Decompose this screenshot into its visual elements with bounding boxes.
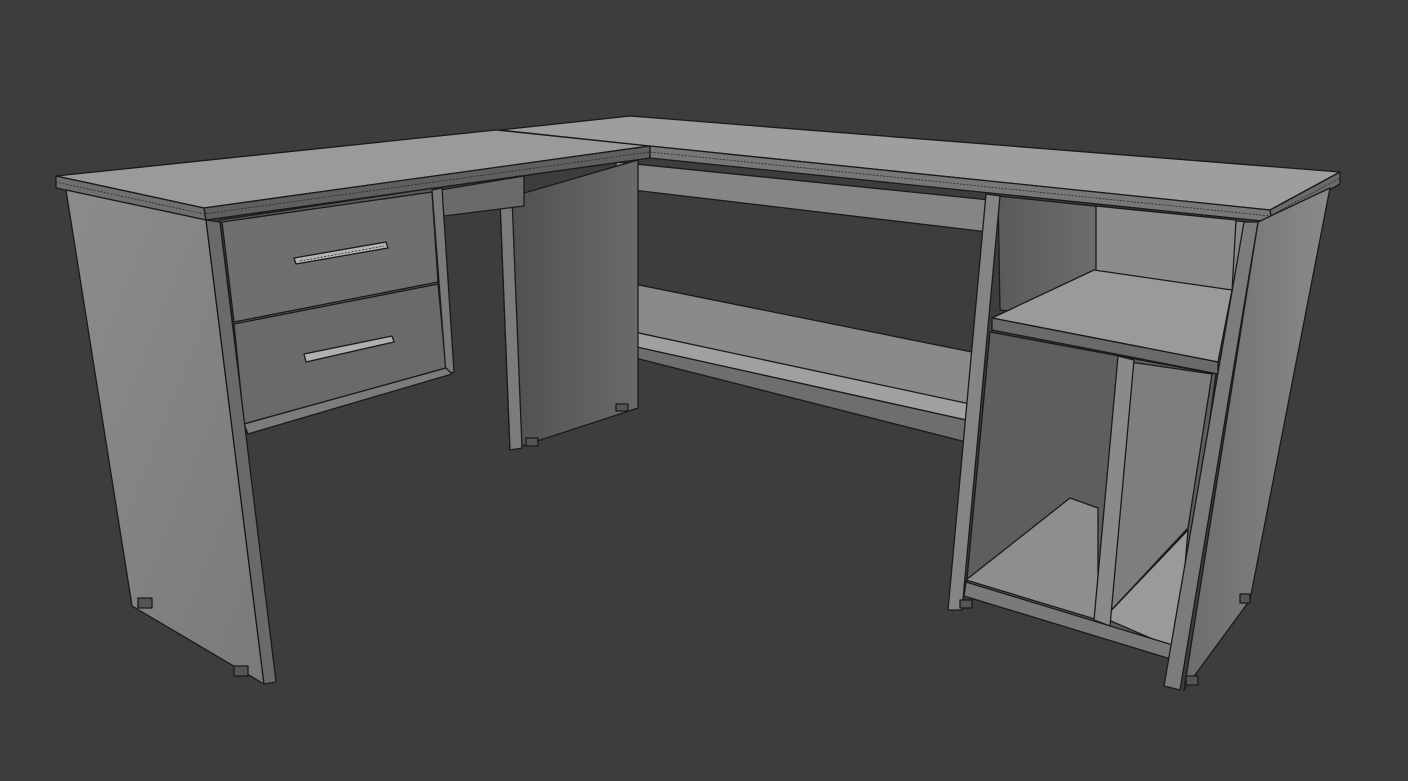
foot (1185, 675, 1199, 686)
3d-viewport[interactable] (0, 0, 1408, 781)
drawer-unit (219, 187, 455, 435)
foot (233, 665, 249, 677)
foot (615, 403, 629, 412)
foot (137, 597, 153, 609)
foot (959, 599, 973, 609)
foot (525, 437, 539, 447)
foot (1239, 593, 1251, 604)
footrest-shelf (595, 283, 973, 443)
desk-render (55, 115, 1341, 691)
